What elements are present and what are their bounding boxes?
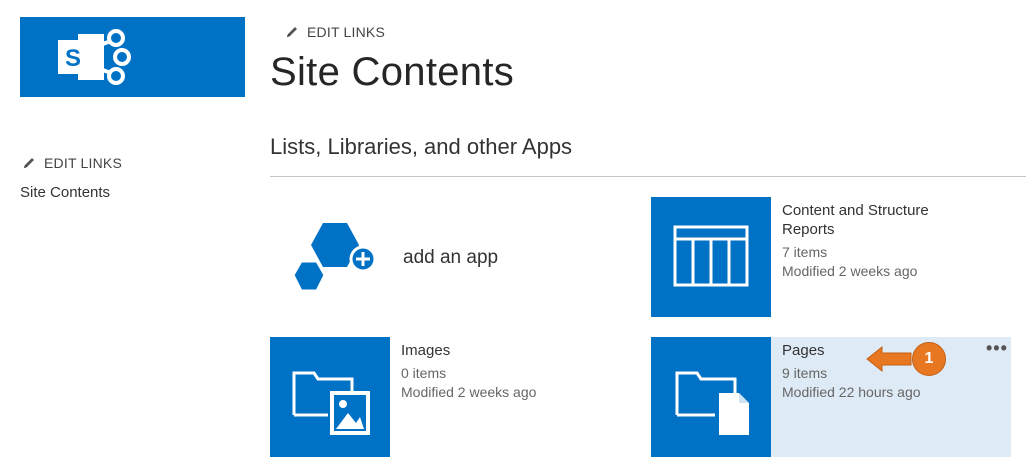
top-edit-links-label: EDIT LINKS <box>307 24 385 40</box>
section-divider <box>270 176 1026 177</box>
content-structure-reports-title-line2: Reports <box>782 221 835 238</box>
images-tile-icon[interactable] <box>270 337 390 457</box>
sharepoint-logo-icon: S <box>58 29 131 85</box>
content-structure-reports-tile-icon[interactable] <box>651 197 771 317</box>
add-app-icon <box>291 223 377 293</box>
pages-modified: Modified 22 hours ago <box>782 384 921 400</box>
page-title: Site Contents <box>270 50 515 94</box>
pages-title[interactable]: Pages <box>782 341 825 360</box>
add-app-tile-icon[interactable] <box>285 215 385 305</box>
arrow-left-icon <box>866 345 912 373</box>
content-structure-reports-title[interactable]: Content and Structure Reports <box>782 201 929 239</box>
add-app-link[interactable]: add an app <box>403 247 498 269</box>
image-library-icon <box>292 371 370 435</box>
top-edit-links[interactable]: EDIT LINKS <box>285 24 385 40</box>
pages-count: 9 items <box>782 365 828 381</box>
sidebar-edit-links-label: EDIT LINKS <box>44 155 122 171</box>
content-structure-reports-count: 7 items <box>782 244 828 260</box>
pages-more-options-button[interactable]: ••• <box>986 338 1008 359</box>
images-title[interactable]: Images <box>401 341 450 360</box>
sidebar-item-site-contents[interactable]: Site Contents <box>20 184 110 201</box>
images-modified: Modified 2 weeks ago <box>401 384 537 400</box>
logo-letter: S <box>65 45 81 72</box>
site-logo[interactable]: S <box>20 17 245 97</box>
pages-library-icon <box>675 371 749 435</box>
annotation-number-badge: 1 <box>912 342 946 376</box>
pencil-icon <box>287 27 297 37</box>
content-structure-reports-modified: Modified 2 weeks ago <box>782 263 918 279</box>
list-table-icon <box>673 225 749 287</box>
pencil-icon <box>24 158 34 168</box>
section-title: Lists, Libraries, and other Apps <box>270 134 573 159</box>
images-count: 0 items <box>401 365 447 381</box>
pages-tile-icon[interactable] <box>651 337 771 457</box>
sidebar-edit-links[interactable]: EDIT LINKS <box>22 155 122 171</box>
content-structure-reports-title-line1: Content and Structure <box>782 202 929 219</box>
